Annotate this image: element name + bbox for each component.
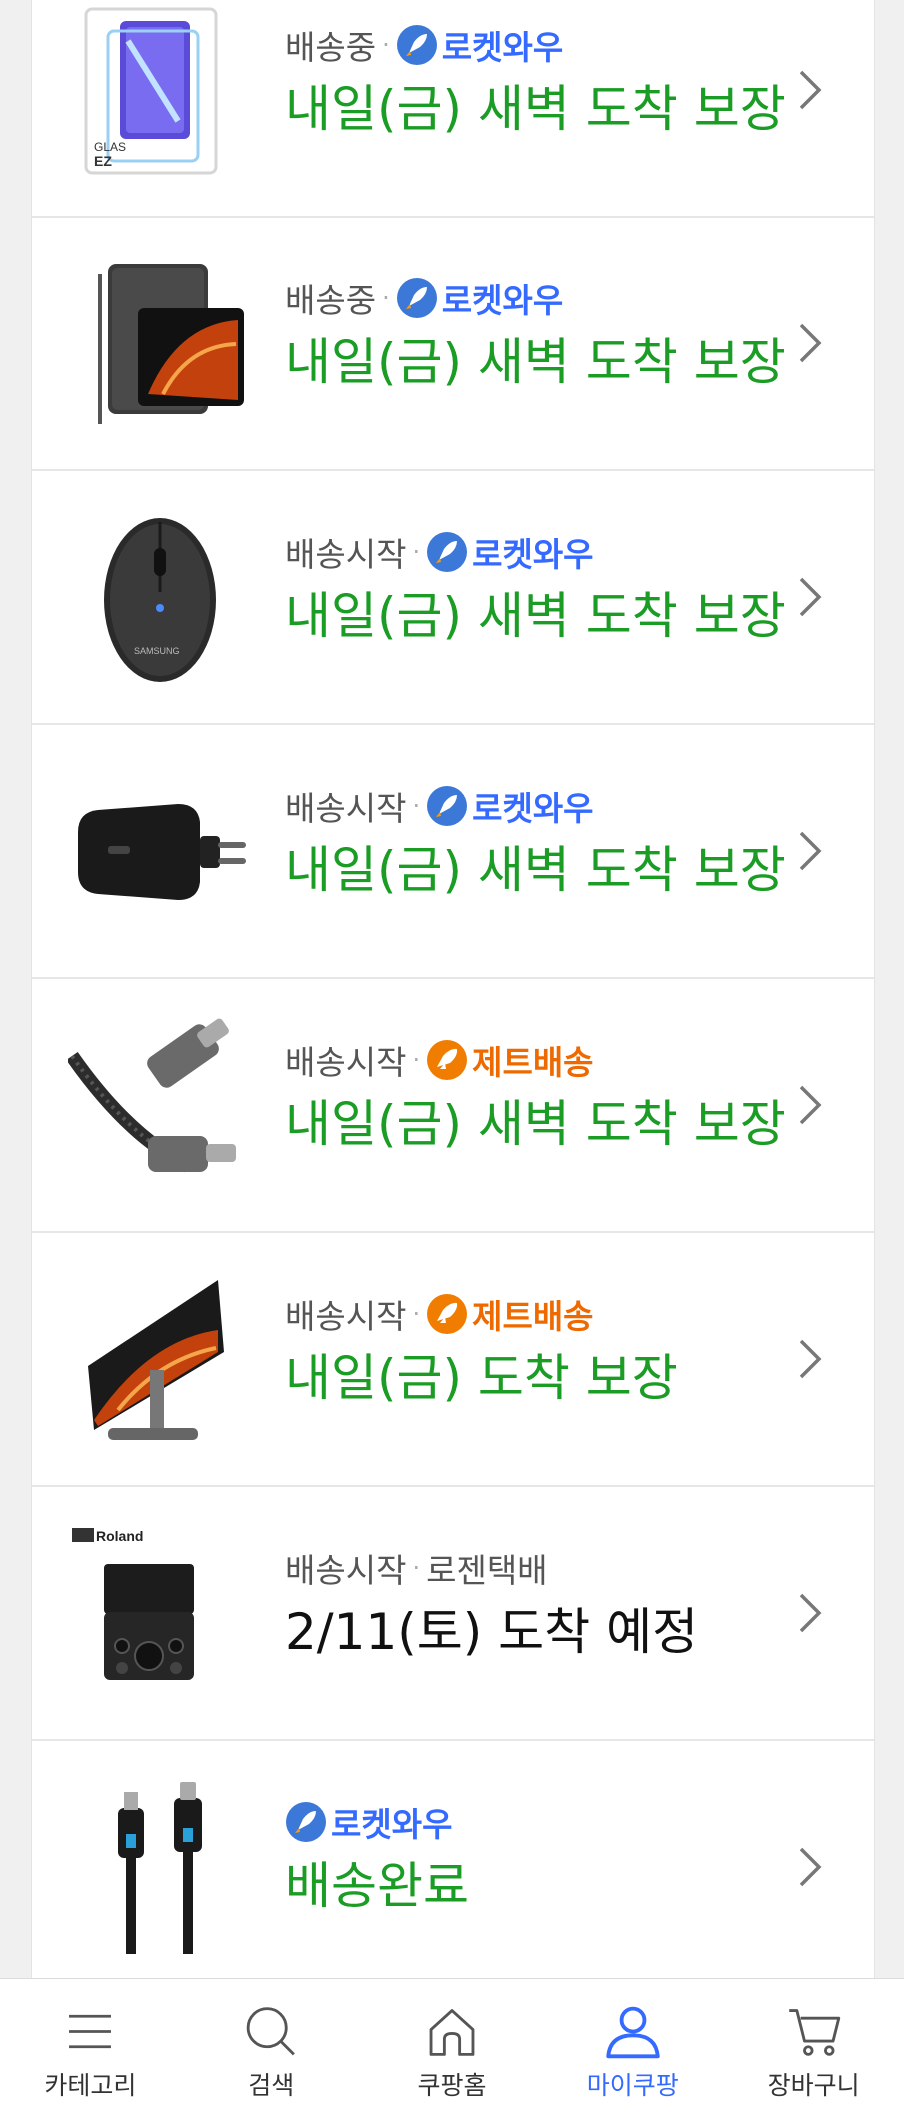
order-item[interactable]: 배송중 · 로켓와우 내일(금) 새벽 도착 보장 [32, 218, 874, 471]
status-line: 배송중 · 로켓와우 [285, 23, 563, 67]
separator-dot: · [382, 284, 390, 312]
carrier-badge: 제트배송 [426, 1036, 594, 1084]
eta-text: 2/11(토) 도착 예정 [285, 1603, 699, 1661]
order-item[interactable]: SAMSUNG 배송시작 · 로켓와우 내일(금) 새벽 도착 보장 [32, 472, 874, 725]
person-icon [606, 2006, 660, 2059]
delivery-status: 배송시작 [285, 1551, 407, 1590]
tab-label: 카테고리 [44, 2071, 137, 2100]
tab-my-coupang[interactable]: 마이쿠팡 [542, 1979, 723, 2102]
carrier-name: 로젠택배 [426, 1551, 548, 1590]
eta-text: 내일(금) 새벽 도착 보장 [285, 841, 786, 899]
cart-icon [788, 2009, 840, 2056]
chevron-right-icon[interactable] [796, 828, 824, 874]
tab-cart[interactable]: 장바구니 [723, 1979, 904, 2102]
carrier-name: 로켓와우 [441, 281, 564, 320]
delivery-status: 배송시작 [285, 1043, 407, 1082]
tab-label: 마이쿠팡 [586, 2071, 679, 2100]
delivery-status: 배송중 [285, 28, 377, 67]
search-icon [246, 2007, 296, 2056]
delivery-status: 배송시작 [285, 1297, 407, 1336]
separator-dot: · [412, 792, 421, 820]
chevron-right-icon[interactable] [796, 320, 824, 366]
tab-label: 장바구니 [767, 2071, 860, 2100]
tab-label: 쿠팡홈 [417, 2071, 487, 2100]
carrier-badge: 로켓와우 [426, 782, 594, 830]
eta-text: 내일(금) 새벽 도착 보장 [285, 1095, 786, 1153]
status-line: 배송시작 · 로켓와우 [285, 530, 594, 574]
carrier-badge: 로켓와우 [396, 274, 563, 322]
jet-icon [426, 1039, 468, 1081]
carrier-name: 제트배송 [472, 1297, 594, 1336]
chevron-right-icon[interactable] [796, 574, 824, 620]
audio-interface-icon: Roland [68, 1524, 248, 1704]
delivery-status: 배송시작 [285, 789, 407, 828]
menu-icon [69, 2014, 112, 2049]
rocket-icon [396, 24, 438, 66]
separator-dot: · [382, 31, 390, 59]
status-line: 배송시작 · 로젠택배 [285, 1546, 548, 1590]
tab-label: 검색 [248, 2071, 295, 2100]
carrier-badge: 로켓와우 [426, 528, 594, 576]
carrier-name: 로켓와우 [441, 28, 564, 67]
order-item[interactable]: 배송시작 · 제트배송 내일(금) 새벽 도착 보장 [32, 980, 874, 1233]
status-line: 배송시작 · 제트배송 [285, 1292, 594, 1336]
svg-text:EZ: EZ [94, 153, 112, 169]
screen-protector-icon: GLAS EZ [68, 1, 248, 181]
tab-home[interactable]: 쿠팡홈 [362, 1979, 543, 2102]
jet-icon [426, 1293, 468, 1335]
eta-text: 배송완료 [285, 1857, 469, 1915]
chevron-right-icon[interactable] [796, 1336, 824, 1382]
order-item[interactable]: 배송시작 · 로켓와우 내일(금) 새벽 도착 보장 [32, 726, 874, 979]
separator-dot: · [412, 538, 421, 566]
rocket-icon [426, 531, 468, 573]
micro-usb-cable-icon [68, 1778, 248, 1958]
status-line: 배송시작 · 로켓와우 [285, 784, 594, 828]
tab-search[interactable]: 검색 [181, 1979, 362, 2102]
status-line: 로켓와우 [285, 1800, 452, 1844]
eta-text: 내일(금) 도착 보장 [285, 1349, 678, 1407]
rocket-icon [426, 785, 468, 827]
carrier-name: 로켓와우 [331, 1805, 453, 1844]
rocket-icon [396, 277, 438, 319]
status-line: 배송중 · 로켓와우 [285, 276, 563, 320]
brand-text: Roland [96, 1528, 143, 1544]
tab-category[interactable]: 카테고리 [0, 1979, 181, 2102]
carrier-name: 로켓와우 [472, 789, 594, 828]
carrier-badge: 로켓와우 [396, 21, 563, 69]
rocket-icon [285, 1801, 327, 1843]
delivery-status: 배송시작 [285, 535, 407, 574]
order-item[interactable]: GLAS EZ 배송중 · 로켓와우 내일(금) 새벽 도착 보장 [32, 0, 874, 218]
tablet-stand-icon [68, 1270, 248, 1450]
order-item[interactable]: 배송시작 · 제트배송 내일(금) 도착 보장 [32, 1234, 874, 1487]
carrier-badge: 로켓와우 [285, 1798, 452, 1846]
eta-text: 내일(금) 새벽 도착 보장 [285, 333, 786, 391]
usb-c-cable-icon [68, 1016, 248, 1196]
separator-dot: · [412, 1554, 421, 1582]
tablet-icon [68, 254, 248, 434]
chevron-right-icon[interactable] [796, 1844, 824, 1890]
svg-text:GLAS: GLAS [94, 140, 126, 154]
chevron-right-icon[interactable] [796, 1082, 824, 1128]
svg-text:SAMSUNG: SAMSUNG [134, 646, 180, 656]
order-item[interactable]: Roland 배송시작 · 로젠택배 2/11(토) 도착 예정 [32, 1488, 874, 1741]
charger-icon [68, 762, 248, 942]
carrier-badge: 제트배송 [426, 1290, 594, 1338]
order-item[interactable]: 로켓와우 배송완료 [32, 1742, 874, 1978]
carrier-name: 로켓와우 [472, 535, 594, 574]
chevron-right-icon[interactable] [796, 67, 824, 113]
eta-text: 내일(금) 새벽 도착 보장 [285, 80, 786, 138]
home-icon [429, 2009, 475, 2056]
status-line: 배송시작 · 제트배송 [285, 1038, 594, 1082]
carrier-name: 제트배송 [472, 1043, 594, 1082]
separator-dot: · [412, 1046, 421, 1074]
separator-dot: · [412, 1300, 421, 1328]
eta-text: 내일(금) 새벽 도착 보장 [285, 587, 786, 645]
mouse-icon: SAMSUNG [68, 508, 248, 688]
delivery-status: 배송중 [285, 281, 377, 320]
order-list: GLAS EZ 배송중 · 로켓와우 내일(금) 새벽 도착 보장 배송중 · … [31, 0, 875, 1978]
chevron-right-icon[interactable] [796, 1590, 824, 1636]
bottom-tab-bar: 카테고리 검색 쿠팡홈 마이쿠팡 장바구니 [0, 1978, 904, 2102]
